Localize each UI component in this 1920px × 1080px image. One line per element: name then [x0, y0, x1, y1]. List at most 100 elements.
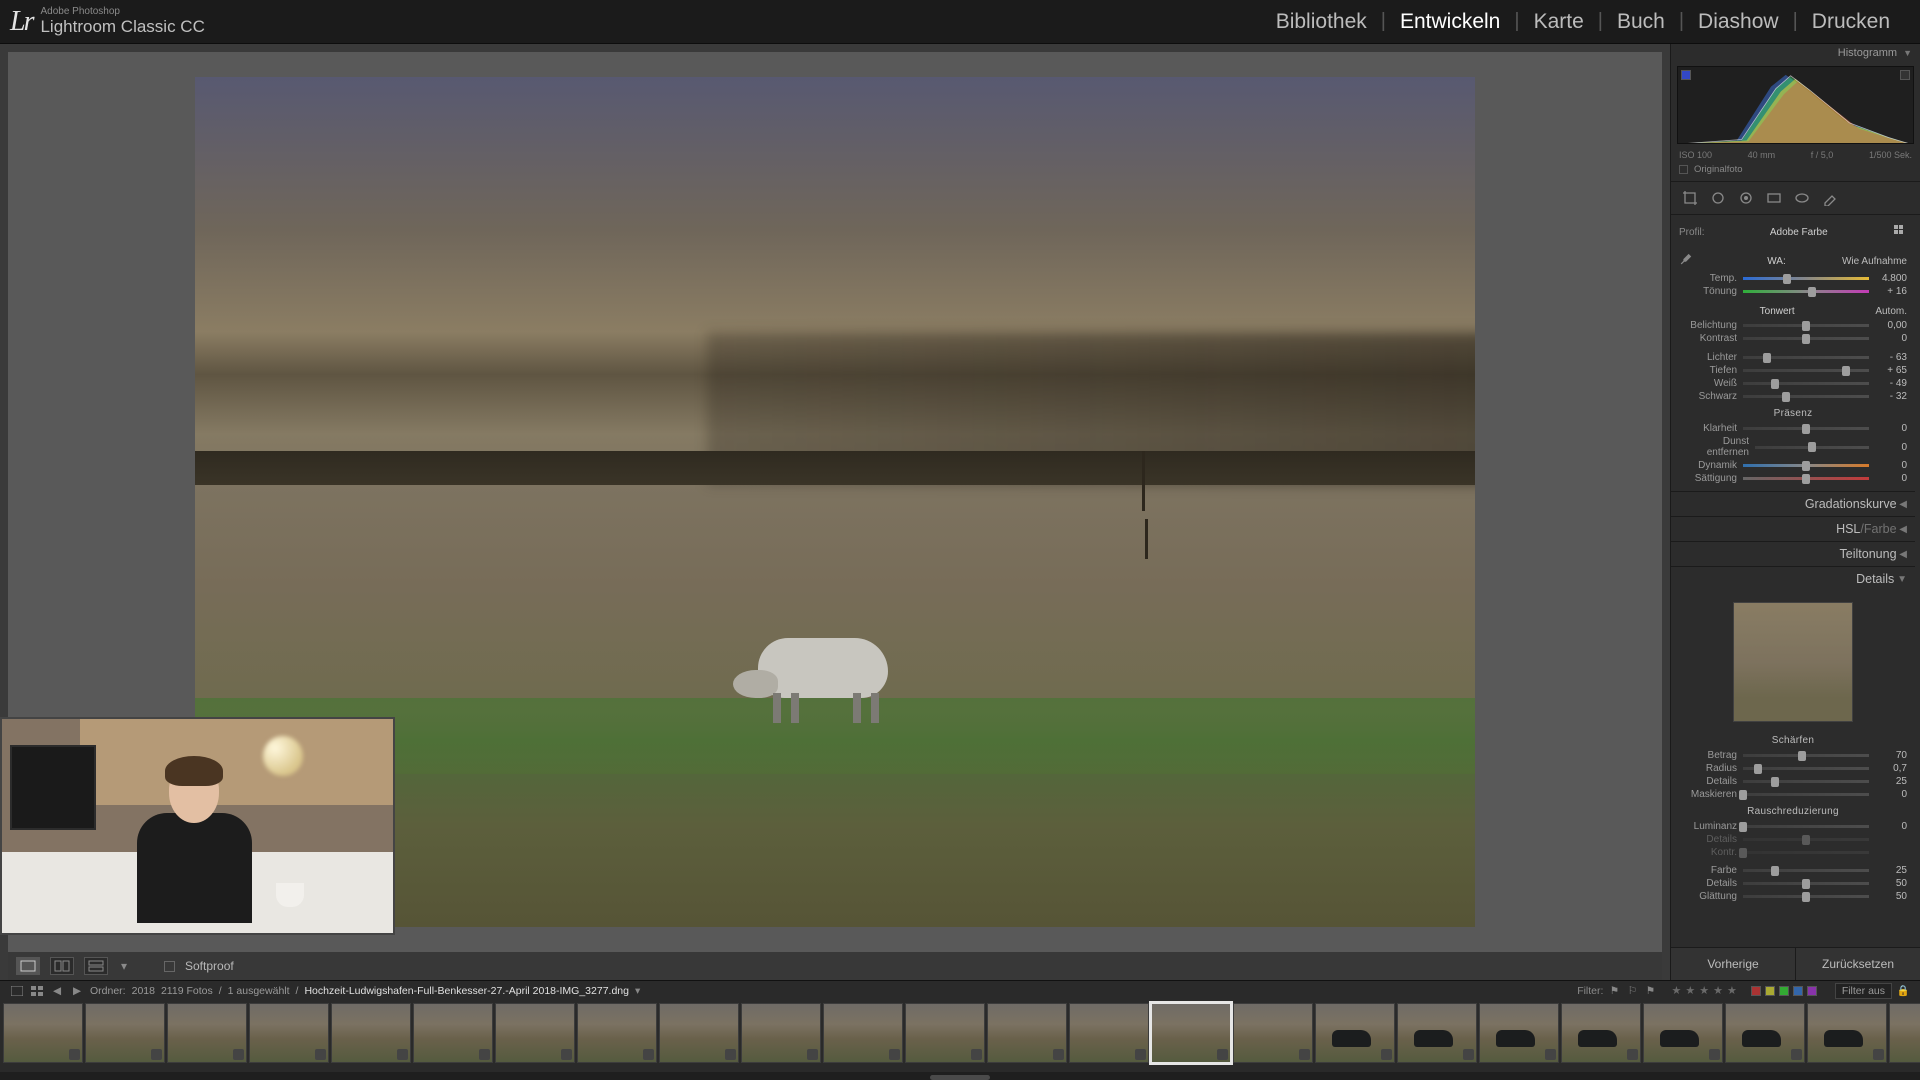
filmstrip-thumb[interactable] — [1889, 1003, 1920, 1063]
filter-color-yellow[interactable] — [1765, 986, 1775, 996]
adjustment-brush-tool[interactable] — [1819, 187, 1841, 209]
filmstrip-thumb[interactable] — [1561, 1003, 1641, 1063]
histogram-title[interactable]: Histogramm — [1838, 47, 1897, 59]
module-develop[interactable]: Entwickeln — [1386, 10, 1514, 34]
sharpen-radius-slider[interactable] — [1743, 767, 1869, 770]
module-slideshow[interactable]: Diashow — [1684, 10, 1793, 34]
clarity-slider[interactable] — [1743, 427, 1869, 430]
shadows-slider[interactable] — [1743, 369, 1869, 372]
module-map[interactable]: Karte — [1520, 10, 1598, 34]
saturation-slider[interactable] — [1743, 477, 1869, 480]
filter-star-3[interactable]: ★ — [1699, 984, 1709, 997]
filter-preset-dropdown[interactable]: Filter aus — [1835, 983, 1892, 999]
tint-value[interactable]: + 16 — [1875, 286, 1907, 297]
sharpen-radius-value[interactable]: 0,7 — [1875, 763, 1907, 774]
histogram[interactable] — [1677, 66, 1914, 144]
nav-back-button[interactable]: ◀ — [50, 984, 64, 998]
filmstrip-thumb[interactable] — [1233, 1003, 1313, 1063]
blacks-slider[interactable] — [1743, 395, 1869, 398]
filmstrip-thumb[interactable] — [1151, 1003, 1231, 1063]
saturation-value[interactable]: 0 — [1875, 473, 1907, 484]
filmstrip-thumb[interactable] — [1479, 1003, 1559, 1063]
exposure-value[interactable]: 0,00 — [1875, 320, 1907, 331]
filmstrip-thumb[interactable] — [1807, 1003, 1887, 1063]
module-print[interactable]: Drucken — [1798, 10, 1904, 34]
histogram-toggle-icon[interactable]: ▼ — [1903, 48, 1912, 58]
wb-value[interactable]: Wie Aufnahme — [1842, 256, 1907, 267]
filter-color-red[interactable] — [1751, 986, 1761, 996]
reset-button[interactable]: Zurücksetzen — [1795, 948, 1920, 980]
temp-slider[interactable] — [1743, 277, 1869, 280]
filter-flag-picked[interactable]: ⚑ — [1607, 984, 1621, 998]
highlights-value[interactable]: - 63 — [1875, 352, 1907, 363]
filmstrip-thumb[interactable] — [905, 1003, 985, 1063]
filter-lock-icon[interactable]: 🔒 — [1896, 984, 1910, 998]
noise-smoothness-slider[interactable] — [1743, 895, 1869, 898]
filter-star-1[interactable]: ★ — [1671, 984, 1681, 997]
graduated-filter-tool[interactable] — [1763, 187, 1785, 209]
noise-color-value[interactable]: 25 — [1875, 865, 1907, 876]
filter-star-2[interactable]: ★ — [1685, 984, 1695, 997]
exposure-slider[interactable] — [1743, 324, 1869, 327]
whites-slider[interactable] — [1743, 382, 1869, 385]
filmstrip-thumb[interactable] — [413, 1003, 493, 1063]
filmstrip-thumb[interactable] — [659, 1003, 739, 1063]
filmstrip-thumb[interactable] — [987, 1003, 1067, 1063]
filmstrip-thumb[interactable] — [331, 1003, 411, 1063]
filmstrip[interactable] — [0, 1000, 1920, 1072]
sharpen-detail-value[interactable]: 25 — [1875, 776, 1907, 787]
grid-mini-button[interactable] — [30, 984, 44, 998]
noise-luminance-value[interactable]: 0 — [1875, 821, 1907, 832]
details-panel-header[interactable]: Details ▼ — [1671, 566, 1915, 591]
temp-value[interactable]: 4.800 — [1875, 273, 1907, 284]
view-options-button[interactable]: ▾ — [118, 957, 130, 975]
dehaze-value[interactable]: 0 — [1875, 442, 1907, 453]
noise-color-slider[interactable] — [1743, 869, 1869, 872]
dehaze-slider[interactable] — [1755, 446, 1869, 449]
filter-color-blue[interactable] — [1793, 986, 1803, 996]
hsl-panel[interactable]: HSL/Farbe ◀ — [1671, 516, 1915, 541]
profile-value[interactable]: Adobe Farbe — [1705, 227, 1893, 238]
blacks-value[interactable]: - 32 — [1875, 391, 1907, 402]
filmstrip-thumb[interactable] — [249, 1003, 329, 1063]
vibrance-slider[interactable] — [1743, 464, 1869, 467]
split-toning-panel[interactable]: Teiltonung ◀ — [1671, 541, 1915, 566]
filmstrip-thumb[interactable] — [1725, 1003, 1805, 1063]
filmstrip-thumb[interactable] — [3, 1003, 83, 1063]
noise-smoothness-value[interactable]: 50 — [1875, 891, 1907, 902]
sharpen-amount-slider[interactable] — [1743, 754, 1869, 757]
profile-browser-icon[interactable] — [1893, 224, 1907, 241]
eyedropper-icon[interactable] — [1679, 253, 1693, 270]
tint-slider[interactable] — [1743, 290, 1869, 293]
filmstrip-thumb[interactable] — [577, 1003, 657, 1063]
nav-fwd-button[interactable]: ▶ — [70, 984, 84, 998]
shadows-value[interactable]: + 65 — [1875, 365, 1907, 376]
softproof-checkbox[interactable] — [164, 961, 175, 972]
filter-flag-rejected[interactable]: ⚑ — [1643, 984, 1657, 998]
highlights-slider[interactable] — [1743, 356, 1869, 359]
previous-button[interactable]: Vorherige — [1671, 948, 1795, 980]
filmstrip-thumb[interactable] — [1069, 1003, 1149, 1063]
filter-flag-unflagged[interactable]: ⚐ — [1625, 984, 1639, 998]
noise-color-detail-value[interactable]: 50 — [1875, 878, 1907, 889]
crop-tool[interactable] — [1679, 187, 1701, 209]
radial-filter-tool[interactable] — [1791, 187, 1813, 209]
original-photo-checkbox[interactable] — [1679, 165, 1688, 174]
contrast-value[interactable]: 0 — [1875, 333, 1907, 344]
contrast-slider[interactable] — [1743, 337, 1869, 340]
whites-value[interactable]: - 49 — [1875, 378, 1907, 389]
view-before-after-button[interactable] — [50, 957, 74, 975]
noise-color-detail-slider[interactable] — [1743, 882, 1869, 885]
filmstrip-thumb[interactable] — [1643, 1003, 1723, 1063]
view-loupe-button[interactable] — [16, 957, 40, 975]
redeye-tool[interactable] — [1735, 187, 1757, 209]
tone-curve-panel[interactable]: Gradationskurve ◀ — [1671, 491, 1915, 516]
clarity-value[interactable]: 0 — [1875, 423, 1907, 434]
filmstrip-thumb[interactable] — [1397, 1003, 1477, 1063]
view-before-after-split-button[interactable] — [84, 957, 108, 975]
filmstrip-thumb[interactable] — [1315, 1003, 1395, 1063]
spot-removal-tool[interactable] — [1707, 187, 1729, 209]
sharpen-masking-slider[interactable] — [1743, 793, 1869, 796]
module-book[interactable]: Buch — [1603, 10, 1679, 34]
detail-preview[interactable] — [1733, 602, 1853, 722]
